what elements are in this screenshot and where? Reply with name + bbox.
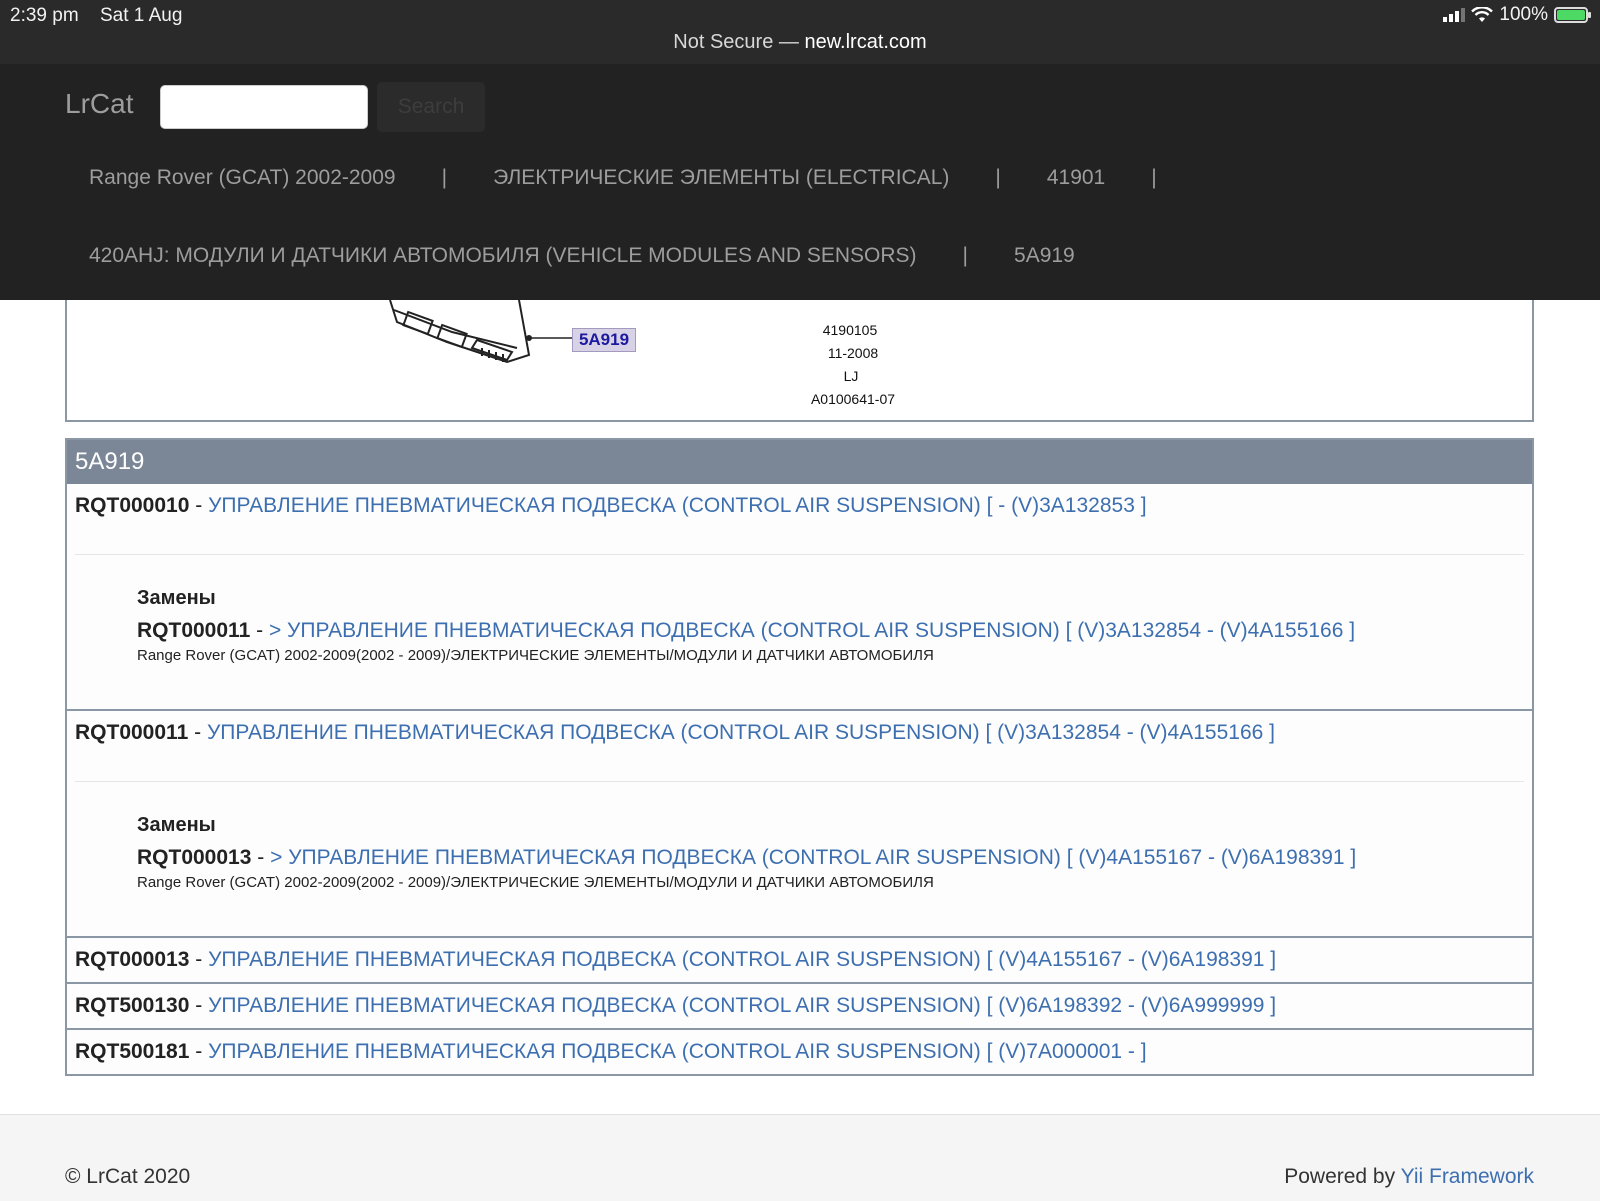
replacements-block: Замены RQT000013 - > УПРАВЛЕНИЕ ПНЕВМАТИ… xyxy=(67,782,1532,902)
dash: - xyxy=(257,846,265,869)
url-host: new.lrcat.com xyxy=(804,31,927,53)
table-row: RQT000013 - УПРАВЛЕНИЕ ПНЕВМАТИЧЕСКАЯ ПО… xyxy=(67,938,1532,984)
url-security-label: Not Secure — xyxy=(673,31,799,53)
breadcrumb-section[interactable]: 41901 xyxy=(1047,166,1105,190)
cellular-signal-icon xyxy=(1443,8,1466,22)
part-link[interactable]: УПРАВЛЕНИЕ ПНЕВМАТИЧЕСКАЯ ПОДВЕСКА (CONT… xyxy=(208,1040,1146,1063)
dash: - xyxy=(195,948,203,971)
breadcrumb-separator: | xyxy=(995,166,1001,189)
part-number: RQT000010 xyxy=(75,494,190,517)
table-row: RQT500181 - УПРАВЛЕНИЕ ПНЕВМАТИЧЕСКАЯ ПО… xyxy=(67,1030,1532,1074)
browser-status-bar: 2:39 pm Sat 1 Aug Not Secure — new.lrcat… xyxy=(0,0,1600,64)
footer-powered-by: Powered by Yii Framework xyxy=(1284,1165,1534,1189)
replacements-title: Замены xyxy=(137,814,216,836)
status-time: 2:39 pm xyxy=(10,5,79,26)
replacements-block: Замены RQT000011 - > УПРАВЛЕНИЕ ПНЕВМАТИ… xyxy=(67,555,1532,675)
breadcrumb-separator: | xyxy=(441,166,448,189)
replacement-link[interactable]: > УПРАВЛЕНИЕ ПНЕВМАТИЧЕСКАЯ ПОДВЕСКА (CO… xyxy=(269,619,1355,642)
wifi-icon xyxy=(1471,7,1494,22)
part-link[interactable]: УПРАВЛЕНИЕ ПНЕВМАТИЧЕСКАЯ ПОДВЕСКА (CONT… xyxy=(208,494,1146,517)
powered-prefix: Powered by xyxy=(1284,1165,1396,1188)
breadcrumb-subsection[interactable]: 420AHJ: МОДУЛИ И ДАТЧИКИ АВТОМОБИЛЯ (VEH… xyxy=(89,244,917,268)
replacement-part-number: RQT000013 xyxy=(137,846,252,869)
breadcrumb-separator: | xyxy=(1151,166,1157,189)
part-number: RQT000011 xyxy=(75,721,189,744)
site-footer: © LrCat 2020 Powered by Yii Framework xyxy=(0,1114,1600,1201)
dash: - xyxy=(195,1040,203,1063)
part-link[interactable]: УПРАВЛЕНИЕ ПНЕВМАТИЧЕСКАЯ ПОДВЕСКА (CONT… xyxy=(208,994,1276,1017)
search-button[interactable]: Search xyxy=(377,82,485,132)
diagram-callout-5a919[interactable]: 5A919 xyxy=(572,328,636,352)
address-bar[interactable]: Not Secure — new.lrcat.com xyxy=(0,31,1600,54)
site-navbar: LrCat Search Range Rover (GCAT) 2002-200… xyxy=(0,64,1600,300)
part-number: RQT500181 xyxy=(75,1040,190,1063)
part-number: RQT500130 xyxy=(75,994,190,1017)
diagram-code: 4190105 xyxy=(822,322,878,338)
diagram-code: 11-2008 xyxy=(827,345,879,361)
replacement-link[interactable]: > УПРАВЛЕНИЕ ПНЕВМАТИЧЕСКАЯ ПОДВЕСКА (CO… xyxy=(270,846,1356,869)
table-row: RQT000011 - УПРАВЛЕНИЕ ПНЕВМАТИЧЕСКАЯ ПО… xyxy=(67,711,1532,938)
footer-copyright: © LrCat 2020 xyxy=(65,1165,191,1188)
diagram-code: LJ xyxy=(843,368,859,384)
table-row: RQT000010 - УПРАВЛЕНИЕ ПНЕВМАТИЧЕСКАЯ ПО… xyxy=(67,484,1532,711)
replacement-part-number: RQT000011 xyxy=(137,619,251,642)
breadcrumb-separator: | xyxy=(962,244,969,267)
parts-panel: 5A919 RQT000010 - УПРАВЛЕНИЕ ПНЕВМАТИЧЕС… xyxy=(65,438,1534,1076)
table-row: RQT500130 - УПРАВЛЕНИЕ ПНЕВМАТИЧЕСКАЯ ПО… xyxy=(67,984,1532,1030)
breadcrumb-group[interactable]: ЭЛЕКТРИЧЕСКИЕ ЭЛЕМЕНТЫ (ELECTRICAL) xyxy=(493,166,949,190)
dash: - xyxy=(195,494,203,517)
dash: - xyxy=(194,721,202,744)
replacements-title: Замены xyxy=(137,587,216,609)
part-link[interactable]: УПРАВЛЕНИЕ ПНЕВМАТИЧЕСКАЯ ПОДВЕСКА (CONT… xyxy=(207,721,1275,744)
dash: - xyxy=(256,619,264,642)
parts-panel-heading: 5A919 xyxy=(67,440,1532,484)
status-indicators: 100% xyxy=(1443,4,1591,26)
status-date: Sat 1 Aug xyxy=(100,5,183,26)
breadcrumb-model[interactable]: Range Rover (GCAT) 2002-2009 xyxy=(89,166,396,190)
brand-logo[interactable]: LrCat xyxy=(65,88,133,120)
replacement-path: Range Rover (GCAT) 2002-2009(2002 - 2009… xyxy=(137,874,934,891)
battery-icon xyxy=(1554,7,1591,23)
search-input[interactable] xyxy=(160,85,368,129)
replacement-path: Range Rover (GCAT) 2002-2009(2002 - 2009… xyxy=(137,647,934,664)
battery-percent: 100% xyxy=(1499,4,1548,25)
diagram-code: A0100641-07 xyxy=(810,391,896,407)
part-link[interactable]: УПРАВЛЕНИЕ ПНЕВМАТИЧЕСКАЯ ПОДВЕСКА (CONT… xyxy=(208,948,1276,971)
breadcrumb-current[interactable]: 5A919 xyxy=(1014,244,1075,268)
yii-framework-link[interactable]: Yii Framework xyxy=(1401,1165,1534,1188)
part-number: RQT000013 xyxy=(75,948,190,971)
dash: - xyxy=(195,994,203,1017)
